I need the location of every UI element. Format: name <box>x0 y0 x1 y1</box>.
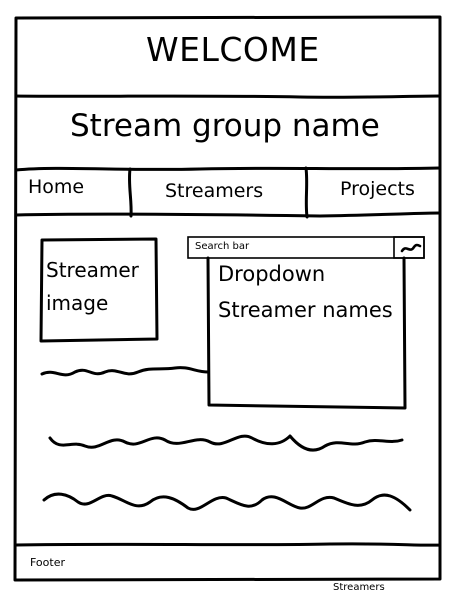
streamer-image-label-line2: image <box>46 291 109 315</box>
streamer-image-frame <box>39 237 159 343</box>
page-title: WELCOME <box>146 30 320 69</box>
nav-top-divider <box>14 166 442 172</box>
page-caption: Streamers <box>333 582 385 593</box>
nav-home[interactable]: Home <box>28 176 84 198</box>
wireframe-page: WELCOME Stream group name Home Streamers… <box>0 0 458 597</box>
header-divider <box>14 94 442 99</box>
nav-separator-1 <box>127 167 133 218</box>
dropdown-label: Dropdown <box>218 262 326 286</box>
dropdown-streamer-names[interactable]: Streamer names <box>218 298 393 322</box>
search-input[interactable]: Search bar <box>195 241 249 252</box>
nav-streamers[interactable]: Streamers <box>165 180 263 202</box>
squiggle-line-3 <box>42 492 412 512</box>
nav-bottom-divider <box>14 211 442 218</box>
nav-separator-2 <box>304 166 309 219</box>
squiggle-line-1 <box>40 366 210 377</box>
nav-projects[interactable]: Projects <box>340 178 415 200</box>
footer-label: Footer <box>30 556 65 569</box>
stream-group-name: Stream group name <box>70 108 380 144</box>
streamer-image-label-line1: Streamer <box>46 258 139 282</box>
chevron-down-icon[interactable] <box>393 236 425 259</box>
footer-divider <box>14 542 442 547</box>
squiggle-line-2 <box>48 434 404 452</box>
